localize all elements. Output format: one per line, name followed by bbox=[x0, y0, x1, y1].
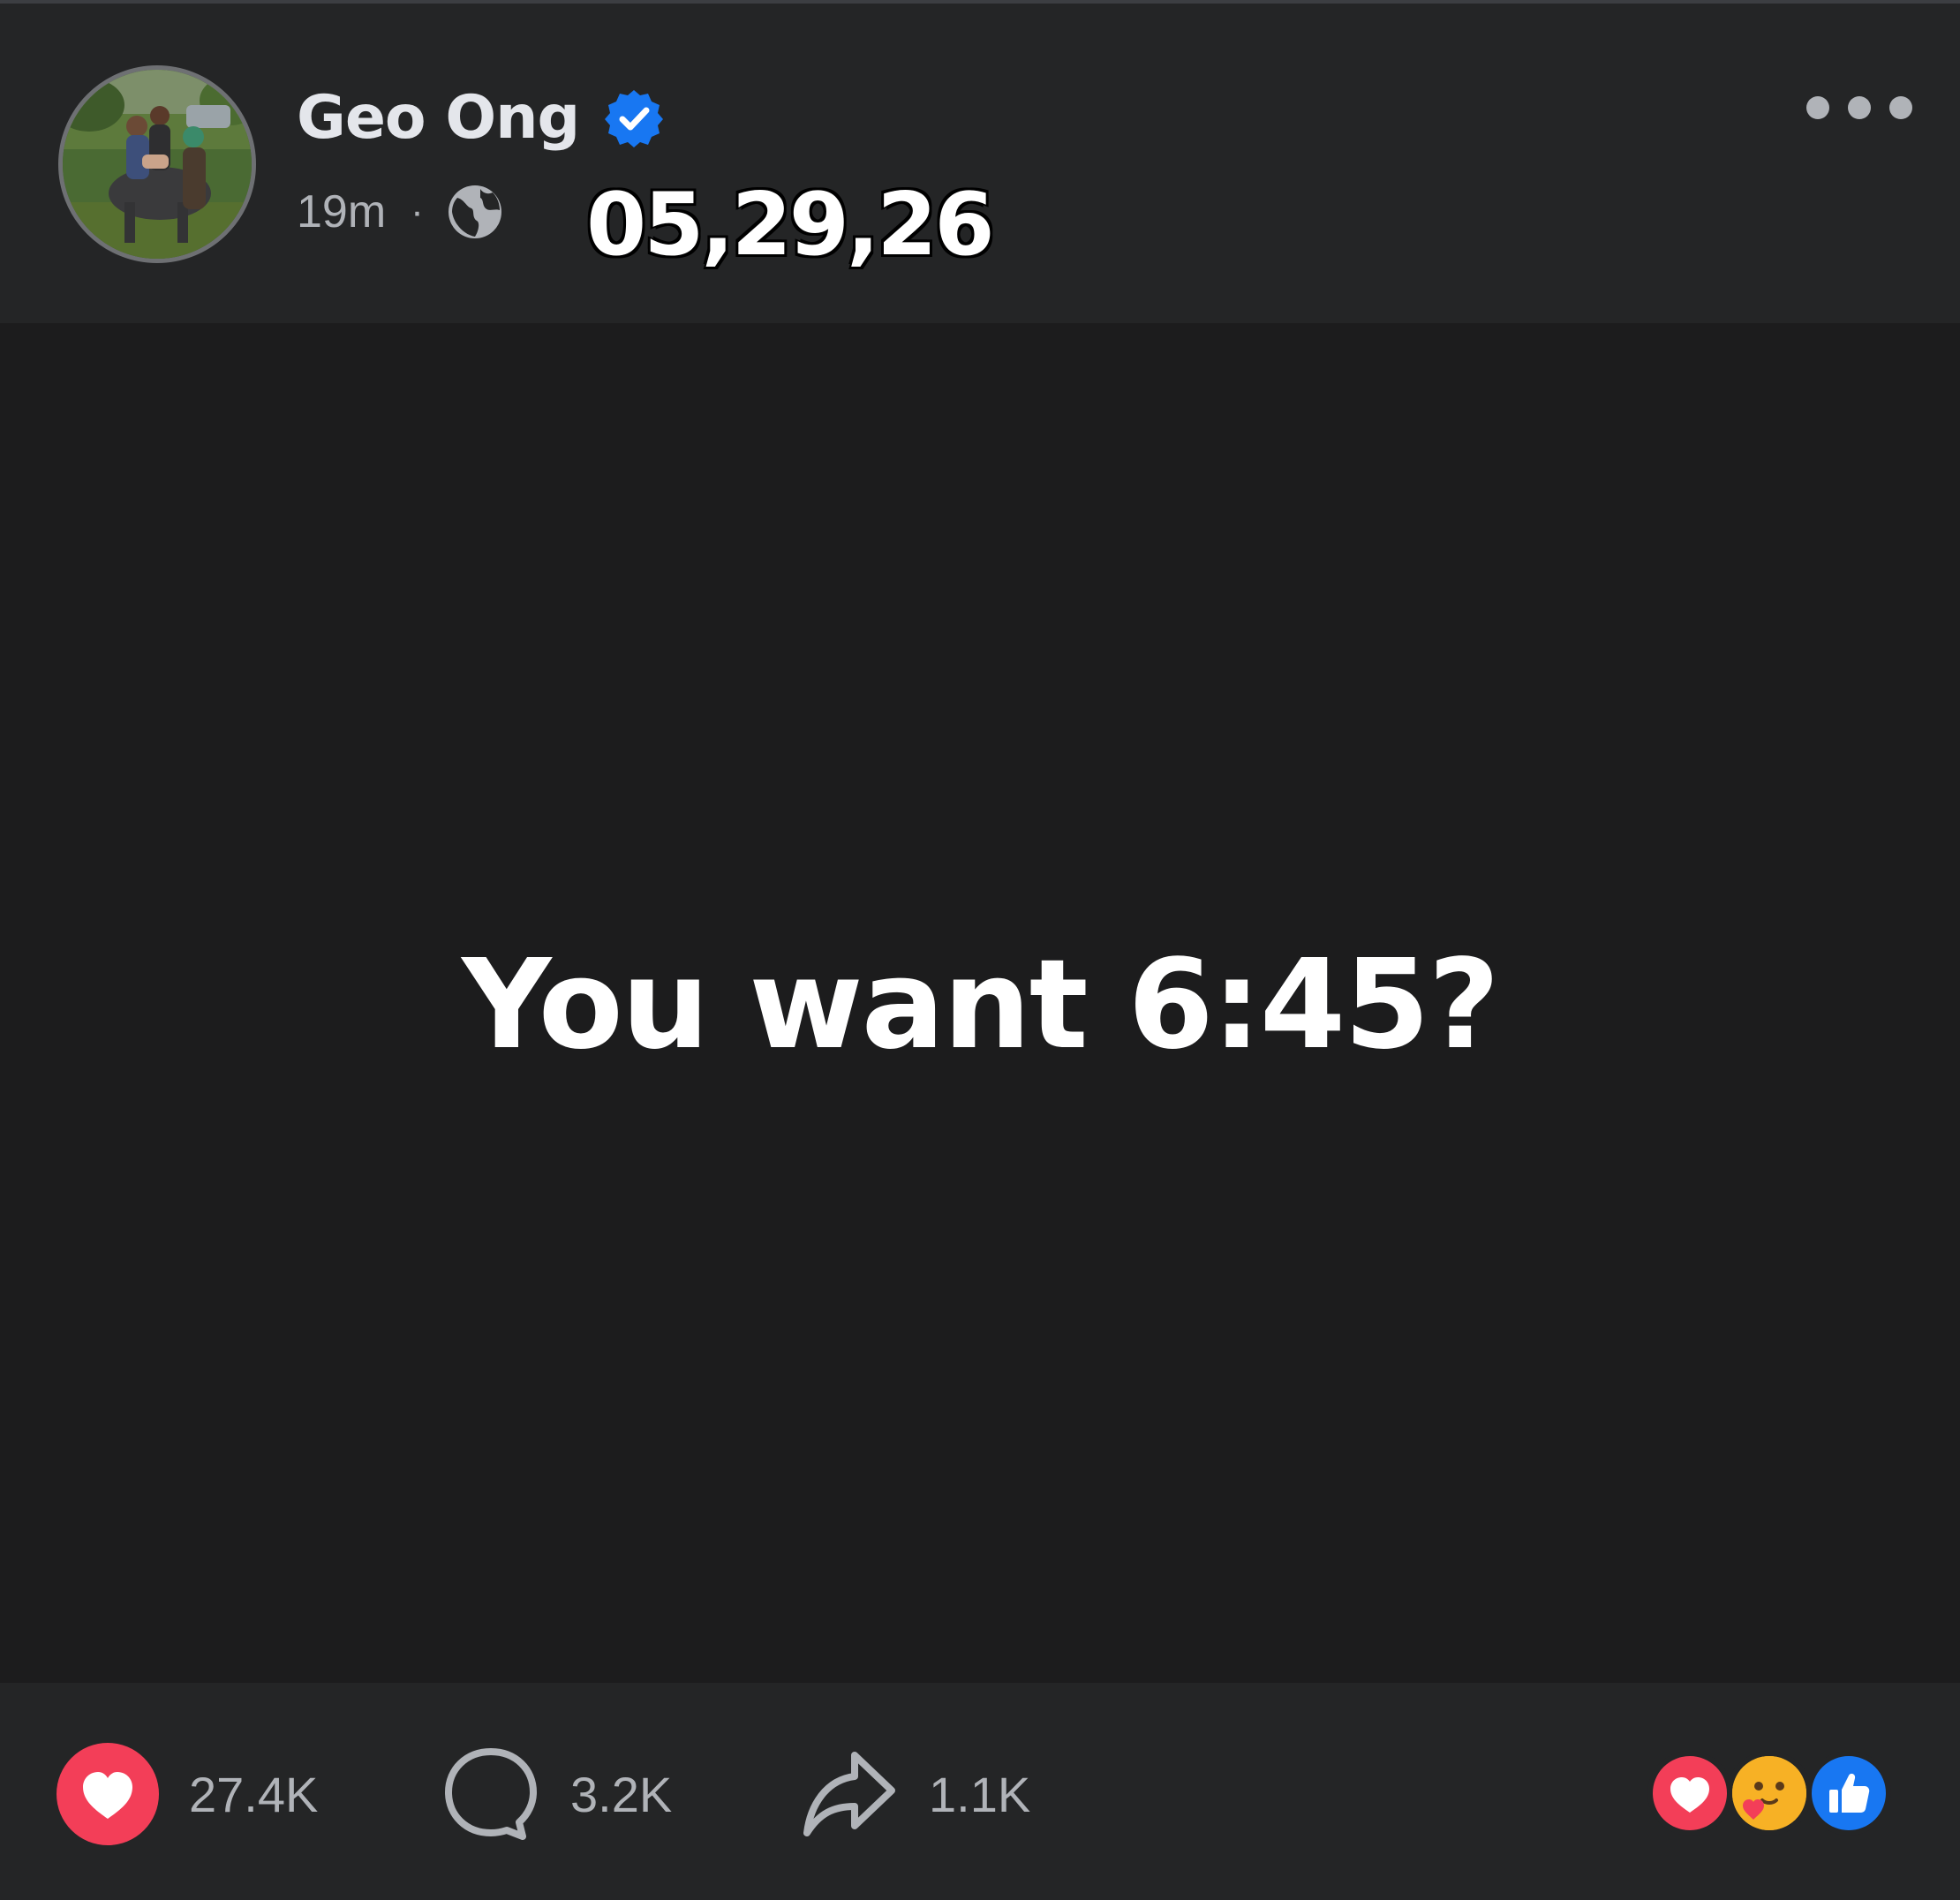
comment-count: 3.2K bbox=[570, 1766, 673, 1822]
author-row: Geo Ong bbox=[297, 76, 666, 161]
like-count: 27.4K bbox=[189, 1766, 319, 1822]
post-meta: 19m · bbox=[297, 177, 505, 247]
like-button[interactable]: 27.4K bbox=[57, 1741, 318, 1847]
reaction-summary[interactable] bbox=[1647, 1751, 1895, 1839]
comment-icon bbox=[445, 1748, 537, 1840]
care-reaction-icon bbox=[1727, 1751, 1812, 1836]
post-text: You want 6:45? bbox=[462, 932, 1500, 1077]
share-icon bbox=[803, 1752, 895, 1836]
post-body: You want 6:45? bbox=[0, 323, 1960, 1683]
more-dot-icon bbox=[1889, 96, 1912, 119]
like-reaction-icon bbox=[1806, 1751, 1891, 1836]
more-dot-icon bbox=[1848, 96, 1871, 119]
avatar[interactable] bbox=[58, 65, 256, 263]
comment-button[interactable]: 3.2K bbox=[441, 1741, 672, 1847]
avatar-photo bbox=[63, 70, 252, 259]
more-dot-icon bbox=[1806, 96, 1829, 119]
heart-icon bbox=[57, 1743, 159, 1845]
share-button[interactable]: 1.1K bbox=[800, 1741, 1030, 1847]
post-timestamp[interactable]: 19m bbox=[297, 185, 386, 238]
date-overlay-text: 05,29,26 bbox=[585, 175, 997, 275]
love-reaction-icon bbox=[1647, 1751, 1732, 1836]
share-count: 1.1K bbox=[929, 1766, 1031, 1822]
post-header: Geo Ong 19m · 05,29,26 bbox=[0, 4, 1960, 323]
author-name[interactable]: Geo Ong bbox=[297, 88, 580, 148]
globe-icon[interactable] bbox=[445, 182, 505, 242]
post-card: Geo Ong 19m · 05,29,26 You want 6:45? 27… bbox=[0, 0, 1960, 1900]
meta-separator: · bbox=[411, 190, 424, 233]
verified-badge-icon bbox=[605, 90, 664, 147]
more-options-button[interactable] bbox=[1806, 83, 1912, 132]
